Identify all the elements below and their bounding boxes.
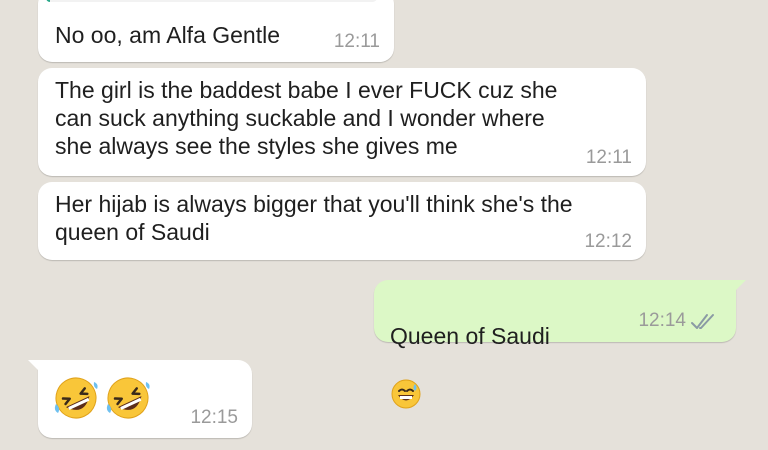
message-timestamp: 12:11 — [333, 31, 380, 52]
message-text: Her hijab is always bigger that you'll t… — [55, 191, 573, 245]
message-timestamp: 12:11 — [585, 147, 632, 168]
message-timestamp: 12:12 — [584, 231, 632, 252]
message-text: The girl is the baddest babe I ever FUCK… — [55, 77, 558, 159]
message-bubble-outgoing[interactable]: Queen of Saudi 12:14 — [374, 280, 746, 409]
bubble-tail — [732, 280, 746, 294]
bubble-tail — [28, 360, 42, 374]
message-bubble-incoming[interactable]: The girl is the baddest babe I ever FUCK… — [38, 68, 646, 176]
quoted-message-bar — [46, 0, 50, 2]
message-timestamp: 12:14 — [638, 310, 686, 331]
message-text: No oo, am Alfa Gentle — [55, 22, 281, 48]
message-bubble-incoming[interactable]: No oo, am Alfa Gentle 12:11 — [38, 0, 394, 62]
quoted-message-preview[interactable] — [46, 0, 378, 2]
message-bubble-incoming[interactable]: Her hijab is always bigger that you'll t… — [38, 182, 646, 260]
message-bubble-incoming[interactable]: 12:15 — [28, 360, 252, 438]
rolling-on-floor-laughing-emoji — [52, 374, 100, 428]
rolling-on-floor-laughing-emoji — [104, 374, 152, 428]
grinning-sweat-emoji — [390, 350, 422, 416]
message-text: Queen of Saudi — [390, 294, 550, 416]
message-timestamp: 12:15 — [190, 407, 238, 428]
message-text-content: Queen of Saudi — [390, 323, 550, 349]
double-check-icon — [690, 310, 718, 338]
